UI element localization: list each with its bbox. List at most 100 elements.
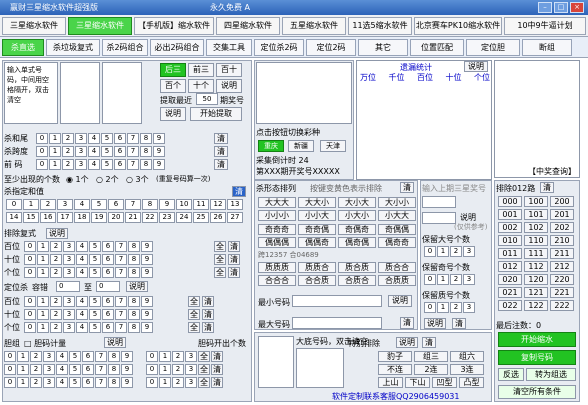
d0[interactable]: 0 bbox=[146, 364, 158, 375]
d0[interactable]: 0 bbox=[146, 377, 158, 388]
lu-220[interactable]: 220 bbox=[550, 274, 574, 285]
sum-0[interactable]: 0 bbox=[6, 199, 22, 210]
digit-4[interactable]: 4 bbox=[88, 133, 100, 144]
lu-001[interactable]: 001 bbox=[498, 209, 522, 220]
d3[interactable]: 3 bbox=[463, 246, 475, 257]
digit-7[interactable]: 7 bbox=[127, 133, 139, 144]
shape-xxx[interactable]: 小小小 bbox=[258, 210, 296, 221]
pc-6[interactable]: 合合质 bbox=[298, 275, 336, 286]
d6[interactable]: 6 bbox=[82, 377, 94, 388]
digit-7[interactable]: 7 bbox=[127, 146, 139, 157]
lu-102[interactable]: 102 bbox=[524, 222, 548, 233]
digit-2[interactable]: 2 bbox=[62, 133, 74, 144]
pd-all-bai[interactable]: 全 bbox=[188, 296, 200, 307]
pos3-explain[interactable]: 说明 bbox=[46, 228, 68, 239]
lu-010[interactable]: 010 bbox=[498, 235, 522, 246]
tab-pk10[interactable]: 北京赛车PK10缩水软件 bbox=[414, 17, 502, 35]
radio-3[interactable]: ○ 3个 bbox=[126, 174, 149, 185]
tab-sixing[interactable]: 四星缩水软件 bbox=[216, 17, 280, 35]
sum-1[interactable]: 1 bbox=[23, 199, 39, 210]
d8[interactable]: 8 bbox=[108, 364, 120, 375]
posdel-explain[interactable]: 说明 bbox=[126, 281, 148, 292]
lu-021[interactable]: 021 bbox=[498, 287, 522, 298]
all-shi[interactable]: 全 bbox=[214, 254, 226, 265]
lu-002[interactable]: 002 bbox=[498, 222, 522, 233]
d9[interactable]: 9 bbox=[121, 364, 133, 375]
sum-16[interactable]: 16 bbox=[40, 212, 56, 223]
lu-120[interactable]: 120 bbox=[524, 274, 548, 285]
toolbar-kill-garbage[interactable]: 杀垃圾复式 bbox=[46, 39, 100, 56]
digit-4[interactable]: 4 bbox=[88, 146, 100, 157]
d9[interactable]: 9 bbox=[141, 309, 153, 320]
clear-front[interactable]: 清 bbox=[214, 159, 228, 170]
d2[interactable]: 2 bbox=[50, 296, 62, 307]
d7[interactable]: 7 bbox=[95, 377, 107, 388]
lu-100[interactable]: 100 bbox=[524, 196, 548, 207]
lu-011[interactable]: 011 bbox=[498, 248, 522, 259]
btn-hou3[interactable]: 后三 bbox=[160, 63, 186, 77]
shape-dxd[interactable]: 大小大 bbox=[338, 197, 376, 208]
d1[interactable]: 1 bbox=[159, 364, 171, 375]
close-icon[interactable]: × bbox=[570, 2, 584, 13]
d8[interactable]: 8 bbox=[128, 296, 140, 307]
toolbar-match[interactable]: 位置匹配 bbox=[410, 39, 464, 56]
sum-3[interactable]: 3 bbox=[57, 199, 73, 210]
d1[interactable]: 1 bbox=[437, 274, 449, 285]
d9[interactable]: 9 bbox=[141, 254, 153, 265]
lu-200[interactable]: 200 bbox=[550, 196, 574, 207]
d2[interactable]: 2 bbox=[172, 364, 184, 375]
oe-7[interactable]: 偶奇偶 bbox=[338, 237, 376, 248]
bile-explain[interactable]: 说明 bbox=[104, 337, 126, 348]
d1[interactable]: 1 bbox=[437, 302, 449, 313]
d8[interactable]: 8 bbox=[108, 351, 120, 362]
keep-clear[interactable]: 清 bbox=[452, 318, 466, 329]
d3[interactable]: 3 bbox=[185, 364, 197, 375]
special-explain[interactable]: 说明 bbox=[396, 337, 418, 348]
d7[interactable]: 7 bbox=[95, 351, 107, 362]
digit-7[interactable]: 7 bbox=[127, 159, 139, 170]
sum-27[interactable]: 27 bbox=[227, 212, 243, 223]
sum-10[interactable]: 10 bbox=[176, 199, 192, 210]
d6[interactable]: 6 bbox=[102, 322, 114, 333]
d2[interactable]: 2 bbox=[50, 322, 62, 333]
lu-210[interactable]: 210 bbox=[550, 235, 574, 246]
bile-open-all-3[interactable]: 全 bbox=[198, 377, 210, 388]
toolbar-intersect[interactable]: 交集工具 bbox=[206, 39, 252, 56]
digit-3[interactable]: 3 bbox=[75, 159, 87, 170]
pd-all-shi[interactable]: 全 bbox=[188, 309, 200, 320]
d2[interactable]: 2 bbox=[50, 267, 62, 278]
trend-explain[interactable]: 说明 bbox=[464, 61, 488, 72]
d6[interactable]: 6 bbox=[102, 296, 114, 307]
d9[interactable]: 9 bbox=[141, 241, 153, 252]
d2[interactable]: 2 bbox=[172, 377, 184, 388]
d2[interactable]: 2 bbox=[30, 351, 42, 362]
d3[interactable]: 3 bbox=[63, 309, 75, 320]
sum-15[interactable]: 15 bbox=[23, 212, 39, 223]
digit-6[interactable]: 6 bbox=[114, 133, 126, 144]
d1[interactable]: 1 bbox=[159, 351, 171, 362]
btn-invert[interactable]: 反选 bbox=[498, 368, 524, 381]
btn-baishi[interactable]: 百十 bbox=[216, 63, 242, 77]
tolerance-from[interactable]: 0 bbox=[56, 281, 80, 292]
bile-count-check[interactable]: □ 胆码计量 bbox=[24, 338, 66, 349]
sp-nolian[interactable]: 不连 bbox=[378, 364, 412, 375]
d3[interactable]: 3 bbox=[63, 241, 75, 252]
tab-plan[interactable]: 10中9牛逼计划 bbox=[504, 17, 586, 35]
sp-baozi[interactable]: 豹子 bbox=[378, 351, 412, 362]
btn-shige[interactable]: 十个 bbox=[188, 79, 214, 93]
btn-explain-extract[interactable]: 说明 bbox=[216, 79, 242, 93]
radio-2[interactable]: ○ 2个 bbox=[96, 174, 119, 185]
sum-25[interactable]: 25 bbox=[193, 212, 209, 223]
d8[interactable]: 8 bbox=[128, 322, 140, 333]
lu-201[interactable]: 201 bbox=[550, 209, 574, 220]
pc-2[interactable]: 质质合 bbox=[298, 262, 336, 273]
d4[interactable]: 4 bbox=[76, 241, 88, 252]
btn-xinjiang[interactable]: 新疆 bbox=[288, 140, 314, 152]
lu-101[interactable]: 101 bbox=[524, 209, 548, 220]
bile-open-clear[interactable]: 清 bbox=[211, 351, 223, 362]
lu-022[interactable]: 022 bbox=[498, 300, 522, 311]
btn-qian3[interactable]: 前三 bbox=[188, 63, 214, 77]
d9[interactable]: 9 bbox=[121, 351, 133, 362]
d3[interactable]: 3 bbox=[63, 267, 75, 278]
d9[interactable]: 9 bbox=[141, 322, 153, 333]
